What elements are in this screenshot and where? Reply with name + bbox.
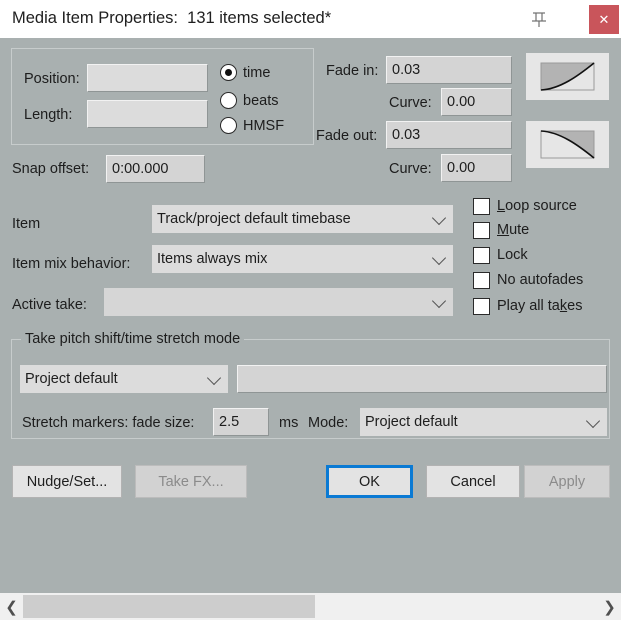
title-bar: Media Item Properties: 131 items selecte…: [0, 0, 621, 38]
stretch-fade-size-input[interactable]: 2.5: [213, 408, 269, 436]
checkbox-play-all-takes-label: Play all takes: [497, 298, 583, 314]
fade-out-label: Fade out:: [316, 128, 378, 144]
chevron-down-icon: [585, 413, 601, 429]
stretch-marker-mode-value: Project default: [365, 414, 458, 430]
checkbox-no-autofades[interactable]: [473, 272, 490, 289]
radio-hmsf-label: HMSF: [243, 118, 285, 134]
radio-beats[interactable]: [220, 92, 237, 109]
take-fx-button: Take FX...: [135, 465, 247, 498]
fade-out-input[interactable]: 0.03: [386, 121, 512, 149]
fade-out-shape-button[interactable]: [526, 121, 609, 168]
stretch-param-input: [237, 365, 607, 393]
length-label: Length:: [24, 107, 73, 123]
bottom-spacer: [0, 578, 621, 593]
chevron-down-icon: [431, 210, 447, 226]
checkbox-mute-label: Mute: [497, 222, 530, 238]
item-mix-value: Items always mix: [157, 251, 268, 267]
fade-out-curve-input[interactable]: 0.00: [441, 154, 512, 182]
item-mix-label: Item mix behavior:: [12, 256, 131, 272]
chevron-down-icon: [431, 250, 447, 266]
stretch-group-title: Take pitch shift/time stretch mode: [21, 331, 245, 347]
checkbox-no-autofades-label: No autofades: [497, 272, 584, 288]
fade-in-shape-button[interactable]: [526, 53, 609, 100]
checkbox-lock[interactable]: [473, 247, 490, 264]
snap-offset-label: Snap offset:: [12, 161, 90, 177]
scroll-right-arrow-icon[interactable]: ❯: [598, 593, 621, 620]
fade-in-curve-label: Curve:: [389, 95, 432, 111]
stretch-mode-select[interactable]: Project default: [20, 365, 228, 393]
close-button[interactable]: ✕: [589, 5, 619, 34]
radio-time[interactable]: [220, 64, 237, 81]
radio-beats-label: beats: [243, 93, 279, 109]
position-label: Position:: [24, 71, 80, 87]
nudge-set-button[interactable]: Nudge/Set...: [12, 465, 122, 498]
position-input[interactable]: [87, 64, 208, 92]
ok-button[interactable]: OK: [326, 465, 413, 498]
cancel-button[interactable]: Cancel: [426, 465, 520, 498]
stretch-markers-label: Stretch markers: fade size:: [22, 415, 195, 431]
horizontal-scrollbar[interactable]: ❮ ❯: [0, 593, 621, 620]
item-mix-select[interactable]: Items always mix: [152, 245, 453, 273]
scrollbar-thumb[interactable]: [23, 595, 315, 618]
checkbox-mute[interactable]: [473, 222, 490, 239]
snap-offset-input[interactable]: 0:00.000: [106, 155, 205, 183]
checkbox-lock-label: Lock: [497, 247, 528, 263]
active-take-select[interactable]: [104, 288, 453, 316]
scroll-left-arrow-icon[interactable]: ❮: [0, 593, 23, 620]
fade-out-curve-icon: [540, 130, 595, 159]
radio-time-label: time: [243, 65, 271, 81]
item-label: Item: [12, 216, 41, 232]
stretch-mode-label: Mode:: [308, 415, 349, 431]
length-input[interactable]: [87, 100, 208, 128]
apply-button: Apply: [524, 465, 610, 498]
stretch-units-label: ms: [279, 415, 299, 431]
stretch-marker-mode-select[interactable]: Project default: [360, 408, 607, 436]
fade-in-curve-input[interactable]: 0.00: [441, 88, 512, 116]
fade-in-label: Fade in:: [326, 63, 379, 79]
checkbox-loop-source[interactable]: [473, 198, 490, 215]
stretch-mode-value: Project default: [25, 371, 118, 387]
fade-in-curve-icon: [540, 62, 595, 91]
pin-icon[interactable]: [528, 8, 550, 30]
checkbox-loop-source-label: Loop source: [497, 198, 577, 214]
chevron-down-icon: [206, 370, 222, 386]
fade-in-input[interactable]: 0.03: [386, 56, 512, 84]
fade-out-curve-label: Curve:: [389, 161, 432, 177]
item-timebase-value: Track/project default timebase: [157, 211, 351, 227]
active-take-label: Active take:: [12, 297, 87, 313]
window-title: Media Item Properties: 131 items selecte…: [12, 9, 332, 27]
chevron-down-icon: [431, 293, 447, 309]
radio-hmsf[interactable]: [220, 117, 237, 134]
item-timebase-select[interactable]: Track/project default timebase: [152, 205, 453, 233]
checkbox-play-all-takes[interactable]: [473, 298, 490, 315]
